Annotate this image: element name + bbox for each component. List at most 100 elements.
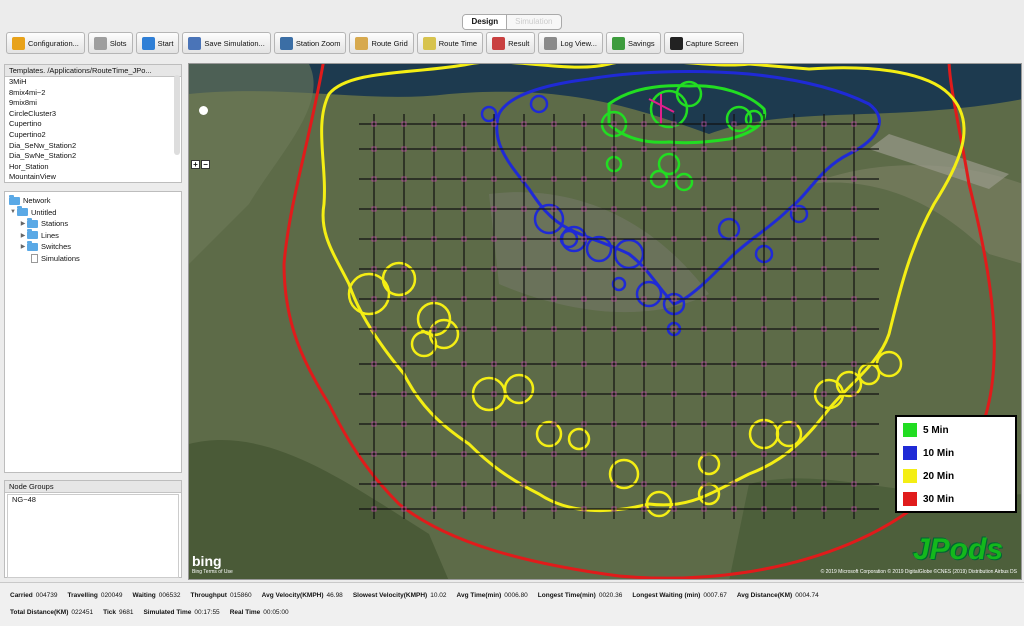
legend-swatch xyxy=(903,423,917,437)
template-item[interactable]: Hor_Station xyxy=(5,162,181,173)
node-group-item[interactable]: NG~48 xyxy=(8,495,178,506)
tree-label: Untitled xyxy=(31,207,57,217)
save-simulation-label: Save Simulation... xyxy=(204,38,265,48)
node-groups-list: NG~48 xyxy=(7,494,179,578)
template-item[interactable]: Cupertino2 xyxy=(5,130,181,141)
template-item[interactable]: 8mix4mi~2 xyxy=(5,88,181,99)
tree-label: Lines xyxy=(41,230,59,240)
route-time-label: Route Time xyxy=(438,38,478,48)
legend-item: 10 Min xyxy=(903,446,954,460)
status-key: Longest Waiting (min) xyxy=(632,592,701,599)
savings-button[interactable]: Savings xyxy=(605,32,661,54)
status-key: Total Distance(KM) xyxy=(10,609,69,616)
status-key: Carried xyxy=(10,592,33,599)
route-grid-button[interactable]: Route Grid xyxy=(349,32,414,54)
chart-icon xyxy=(492,36,506,50)
tree-node-stations[interactable]: ▶ Stations xyxy=(5,217,181,230)
folder-icon xyxy=(9,194,20,205)
status-field: Carried 004739 xyxy=(10,592,57,599)
money-icon xyxy=(611,36,625,50)
legend-label: 5 Min xyxy=(923,424,949,436)
tree-node-untitled[interactable]: ▼ Untitled xyxy=(5,206,181,219)
status-key: Simulated Time xyxy=(143,609,192,616)
tab-design[interactable]: Design xyxy=(463,15,507,29)
status-field: Avg Velocity(KMPH) 46.98 xyxy=(262,592,343,599)
status-value: 006532 xyxy=(158,592,181,599)
chevron-right-icon[interactable]: ▶ xyxy=(19,232,27,239)
route-time-button[interactable]: Route Time xyxy=(416,32,484,54)
start-label: Start xyxy=(157,38,174,48)
tree-label: Network xyxy=(23,196,51,206)
app-window: Design Simulation Configuration... Slots S… xyxy=(0,0,1024,626)
legend-item: 5 Min xyxy=(903,423,949,437)
chevron-right-icon[interactable]: ▶ xyxy=(19,220,27,227)
template-item[interactable]: 9mix8mi xyxy=(5,98,181,109)
slots-button[interactable]: Slots xyxy=(87,32,133,54)
status-value: 0007.67 xyxy=(703,592,727,599)
status-value: 020049 xyxy=(100,592,123,599)
configuration-button[interactable]: Configuration... xyxy=(6,32,85,54)
status-key: Waiting xyxy=(132,592,156,599)
status-field: Longest Time(min) 0020.36 xyxy=(538,592,623,599)
map-view[interactable]: + − bing Bing Terms of Use © 2019 Micros… xyxy=(188,63,1022,580)
folder-icon xyxy=(17,206,28,217)
log-view-button[interactable]: Log View... xyxy=(538,32,603,54)
chevron-right-icon[interactable]: ▶ xyxy=(19,243,27,250)
legend-swatch xyxy=(903,446,917,460)
camera-icon xyxy=(669,36,683,50)
tree-node-network[interactable]: Network xyxy=(5,194,181,207)
status-field: Tick 9681 xyxy=(103,609,133,616)
status-key: Real Time xyxy=(229,609,261,616)
result-label: Result xyxy=(508,38,530,48)
network-tree: Network ▼ Untitled ▶ Stations ▶ Lines ▶ Switch… xyxy=(4,191,182,473)
status-field: Slowest Velocity(KMPH) 10.02 xyxy=(353,592,447,599)
tab-simulation[interactable]: Simulation xyxy=(506,15,560,29)
bing-logo-text: bing xyxy=(192,553,222,569)
status-value: 015860 xyxy=(229,592,252,599)
zoom-in-button[interactable]: + xyxy=(191,160,200,169)
legend-label: 20 Min xyxy=(923,470,955,482)
templates-scrollbar[interactable] xyxy=(174,75,180,155)
legend-swatch xyxy=(903,492,917,506)
status-key: Tick xyxy=(103,609,116,616)
template-item[interactable]: Dia_SeNw_Station2 xyxy=(5,141,181,152)
tree-label: Simulations xyxy=(41,253,80,263)
template-item[interactable]: Dia_SwNe_Station2 xyxy=(5,151,181,162)
start-button[interactable]: Start xyxy=(135,32,180,54)
savings-label: Savings xyxy=(627,38,655,48)
legend-label: 10 Min xyxy=(923,447,955,459)
magnifier-icon xyxy=(279,36,293,50)
map-pan-control[interactable] xyxy=(199,106,208,115)
template-item[interactable]: CircleCluster3 xyxy=(5,109,181,120)
status-value: 004739 xyxy=(35,592,58,599)
bing-logo: bing Bing Terms of Use xyxy=(192,553,233,575)
result-button[interactable]: Result xyxy=(486,32,536,54)
toolbar: Configuration... Slots Start Save Simulatio… xyxy=(6,32,745,56)
jpods-logo: JPods xyxy=(912,533,1003,566)
legend-swatch xyxy=(903,469,917,483)
tree-node-simulations[interactable]: Simulations xyxy=(5,253,181,265)
status-key: Throughput xyxy=(190,592,227,599)
template-item[interactable]: Cupertino xyxy=(5,119,181,130)
chevron-down-icon[interactable]: ▼ xyxy=(9,209,17,215)
gear-icon xyxy=(12,36,25,50)
save-simulation-button[interactable]: Save Simulation... xyxy=(182,32,271,54)
configuration-label: Configuration... xyxy=(28,38,79,48)
play-icon xyxy=(141,36,155,50)
status-value: 00:05:00 xyxy=(263,609,289,616)
bing-terms-link[interactable]: Bing Terms of Use xyxy=(192,569,233,575)
tree-node-lines[interactable]: ▶ Lines xyxy=(5,229,181,242)
status-value: 0020.36 xyxy=(598,592,623,599)
status-value: 0006.80 xyxy=(504,592,528,599)
capture-screen-button[interactable]: Capture Screen xyxy=(663,32,745,54)
station-zoom-button[interactable]: Station Zoom xyxy=(273,32,347,54)
zoom-out-button[interactable]: − xyxy=(201,160,210,169)
status-key: Travelling xyxy=(67,592,98,599)
template-item[interactable]: 3MiH xyxy=(5,77,181,88)
map-zoom-controls: + − xyxy=(191,160,210,169)
route-icon xyxy=(422,36,436,50)
save-icon xyxy=(188,36,202,50)
tree-node-switches[interactable]: ▶ Switches xyxy=(5,240,181,253)
template-item[interactable]: MountainView xyxy=(5,172,181,183)
route-grid-label: Route Grid xyxy=(371,38,408,48)
